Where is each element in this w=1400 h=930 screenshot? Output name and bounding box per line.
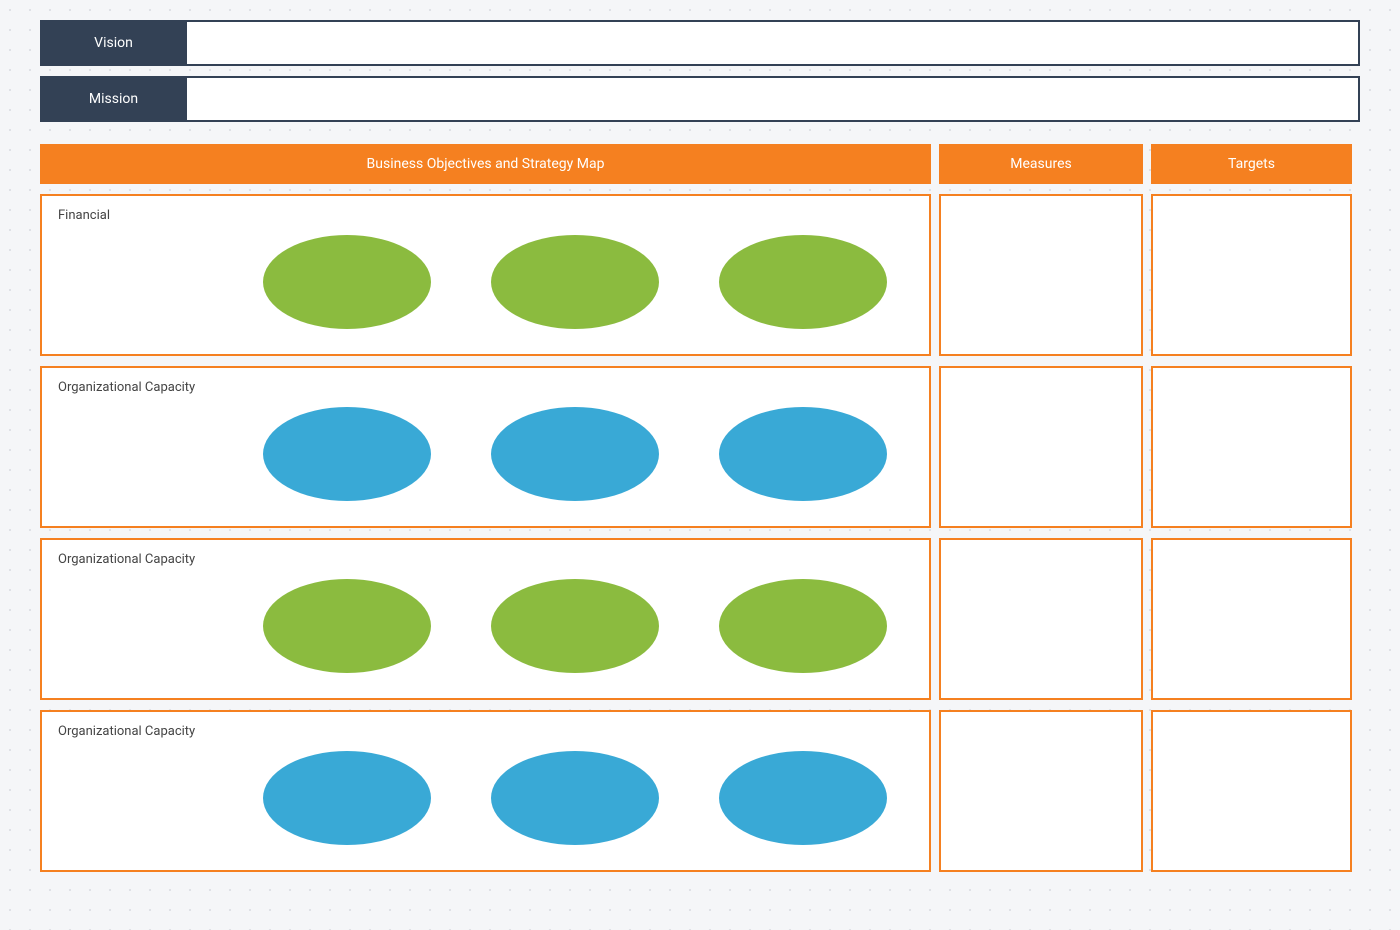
- perspective-label: Organizational Capacity: [58, 380, 913, 395]
- objectives-cell[interactable]: Organizational Capacity: [40, 366, 931, 528]
- measures-cell[interactable]: [939, 366, 1143, 528]
- column-header-targets: Targets: [1151, 144, 1352, 184]
- measures-cell[interactable]: [939, 538, 1143, 700]
- measures-cell[interactable]: [939, 194, 1143, 356]
- vision-input[interactable]: [187, 22, 1358, 64]
- objective-ellipse-icon[interactable]: [491, 579, 659, 673]
- objectives-cell[interactable]: Organizational Capacity: [40, 538, 931, 700]
- targets-cell[interactable]: [1151, 194, 1352, 356]
- objective-ellipse-row: [58, 575, 913, 673]
- perspective-row: Organizational Capacity: [40, 538, 1360, 700]
- mission-label: Mission: [40, 76, 185, 122]
- vision-label: Vision: [40, 20, 185, 66]
- objectives-cell[interactable]: Organizational Capacity: [40, 710, 931, 872]
- objective-ellipse-icon[interactable]: [719, 579, 887, 673]
- measures-cell[interactable]: [939, 710, 1143, 872]
- objectives-cell[interactable]: Financial: [40, 194, 931, 356]
- vision-input-container: [185, 20, 1360, 66]
- objective-ellipse-icon[interactable]: [491, 751, 659, 845]
- objective-ellipse-icon[interactable]: [263, 751, 431, 845]
- perspective-label: Organizational Capacity: [58, 724, 913, 739]
- column-header-measures: Measures: [939, 144, 1143, 184]
- column-header-objectives: Business Objectives and Strategy Map: [40, 144, 931, 184]
- objective-ellipse-icon[interactable]: [491, 235, 659, 329]
- mission-input-container: [185, 76, 1360, 122]
- objective-ellipse-icon[interactable]: [263, 407, 431, 501]
- perspective-row: Financial: [40, 194, 1360, 356]
- objective-ellipse-icon[interactable]: [263, 235, 431, 329]
- targets-cell[interactable]: [1151, 366, 1352, 528]
- objective-ellipse-row: [58, 231, 913, 329]
- perspective-row: Organizational Capacity: [40, 710, 1360, 872]
- objective-ellipse-icon[interactable]: [719, 235, 887, 329]
- objective-ellipse-icon[interactable]: [263, 579, 431, 673]
- mission-input[interactable]: [187, 78, 1358, 120]
- objective-ellipse-icon[interactable]: [719, 751, 887, 845]
- mission-row: Mission: [40, 76, 1360, 122]
- objective-ellipse-row: [58, 403, 913, 501]
- vision-row: Vision: [40, 20, 1360, 66]
- targets-cell[interactable]: [1151, 710, 1352, 872]
- targets-cell[interactable]: [1151, 538, 1352, 700]
- perspective-label: Organizational Capacity: [58, 552, 913, 567]
- objective-ellipse-icon[interactable]: [491, 407, 659, 501]
- objective-ellipse-icon[interactable]: [719, 407, 887, 501]
- perspective-row: Organizational Capacity: [40, 366, 1360, 528]
- column-headers: Business Objectives and Strategy Map Mea…: [40, 144, 1360, 184]
- balanced-scorecard-canvas: Vision Mission Business Objectives and S…: [40, 20, 1360, 872]
- perspective-label: Financial: [58, 208, 913, 223]
- objective-ellipse-row: [58, 747, 913, 845]
